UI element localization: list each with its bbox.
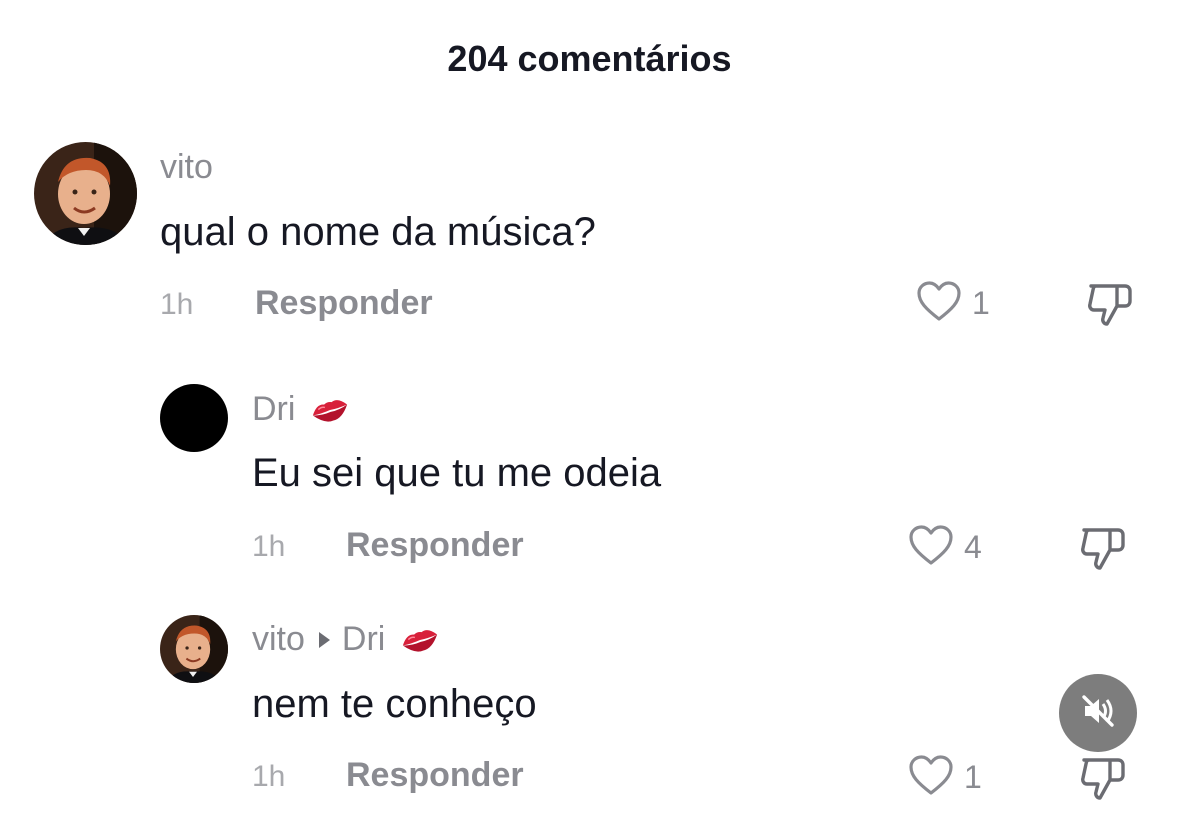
comment-username[interactable]: vito Dri	[252, 620, 441, 659]
comments-count-title: 204 comentários	[447, 38, 732, 79]
reply-button[interactable]: Responder	[255, 284, 433, 323]
kiss-mark-icon	[309, 395, 351, 425]
dislike-button[interactable]	[1078, 524, 1128, 577]
reply-button[interactable]: Responder	[346, 526, 524, 565]
like-count: 1	[964, 759, 982, 795]
thumbs-down-icon	[1085, 284, 1135, 332]
like-count: 4	[964, 529, 982, 565]
avatar[interactable]	[34, 142, 137, 245]
comment-username[interactable]: vito	[160, 148, 213, 187]
comment-timestamp: 1h	[252, 530, 286, 563]
thumbs-down-icon	[1078, 528, 1128, 576]
like-count: 1	[972, 285, 990, 321]
comment-timestamp: 1h	[160, 288, 194, 321]
comment-text: qual o nome da música?	[160, 210, 596, 254]
like-button[interactable]: 1	[908, 754, 982, 801]
comments-panel: 204 comentários vito qual o nome da músi…	[0, 0, 1179, 826]
heart-outline-icon	[908, 524, 954, 571]
avatar[interactable]	[160, 384, 228, 452]
dislike-button[interactable]	[1078, 754, 1128, 807]
comment-text: nem te conheço	[252, 682, 537, 726]
comment-username[interactable]: Dri	[252, 390, 351, 429]
like-button[interactable]: 4	[908, 524, 982, 571]
like-button[interactable]: 1	[916, 280, 990, 327]
heart-outline-icon	[908, 754, 954, 801]
reply-arrow-icon	[318, 631, 330, 648]
reply-button[interactable]: Responder	[346, 756, 524, 795]
kiss-mark-icon	[399, 625, 441, 655]
dislike-button[interactable]	[1085, 280, 1135, 333]
mute-button[interactable]	[1059, 674, 1137, 752]
avatar[interactable]	[160, 615, 228, 683]
heart-outline-icon	[916, 280, 962, 327]
speaker-muted-icon	[1078, 691, 1118, 736]
reply-to-username[interactable]: Dri	[342, 620, 385, 659]
comment-timestamp: 1h	[252, 760, 286, 793]
thumbs-down-icon	[1078, 758, 1128, 806]
comment-text: Eu sei que tu me odeia	[252, 451, 662, 495]
